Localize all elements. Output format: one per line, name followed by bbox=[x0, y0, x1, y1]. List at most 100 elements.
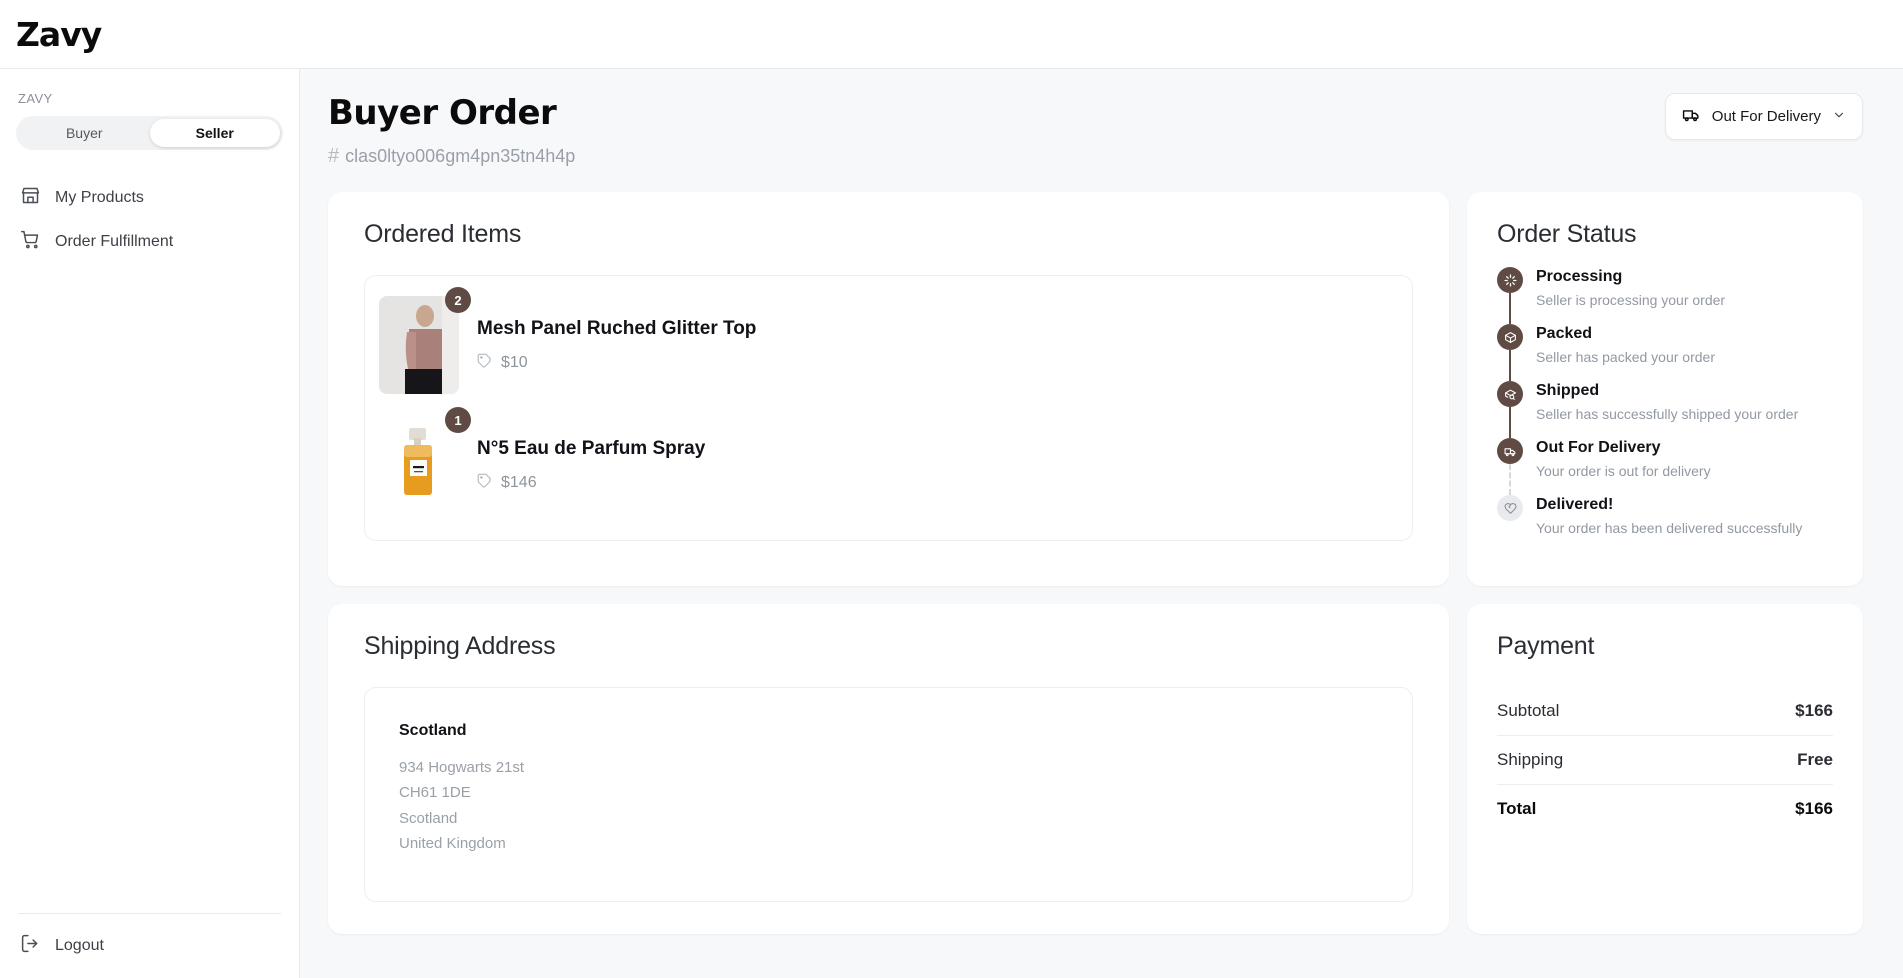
truck-icon bbox=[1497, 438, 1523, 464]
timeline-step-delivered: Delivered! Your order has been delivered… bbox=[1497, 495, 1833, 552]
timeline-step-body: Delivered! Your order has been delivered… bbox=[1536, 495, 1802, 552]
product-info: N°5 Eau de Parfum Spray $146 bbox=[477, 438, 705, 493]
address-name: Scotland bbox=[399, 722, 467, 739]
order-status-timeline: Processing Seller is processing your ord… bbox=[1497, 267, 1833, 552]
list-item[interactable]: 1 N°5 Eau de Parfum Spray $146 bbox=[379, 407, 1398, 528]
order-status-title: Order Status bbox=[1497, 220, 1637, 248]
product-price: $10 bbox=[501, 353, 528, 371]
page-title: Buyer Order bbox=[328, 93, 557, 133]
role-toggle[interactable]: Buyer Seller bbox=[16, 116, 283, 150]
address-line: United Kingdom bbox=[399, 834, 506, 852]
quantity-badge: 1 bbox=[445, 407, 471, 433]
address-line: Scotland bbox=[399, 809, 458, 827]
product-thumbnail-wrap: 1 bbox=[379, 407, 471, 514]
payment-row-value: $166 bbox=[1795, 701, 1833, 720]
heart-handshake-icon bbox=[1497, 495, 1523, 521]
timeline-rail bbox=[1497, 438, 1523, 495]
timeline-connector-dashed bbox=[1509, 464, 1511, 495]
product-name: Mesh Panel Ruched Glitter Top bbox=[477, 317, 757, 339]
timeline-rail bbox=[1497, 381, 1523, 438]
payment-row-value: Free bbox=[1797, 750, 1833, 769]
shipping-address-box: Scotland 934 Hogwarts 21st CH61 1DE Scot… bbox=[364, 687, 1413, 902]
address-line: 934 Hogwarts 21st bbox=[399, 759, 525, 776]
page-heading-block: Buyer Order # clas0ltyo006gm4pn35tn4h4p bbox=[328, 93, 575, 168]
timeline-step-desc: Your order is out for delivery bbox=[1536, 463, 1711, 479]
app-header: Zavy bbox=[0, 0, 1903, 69]
product-price-row: $10 bbox=[477, 353, 756, 373]
timeline-rail bbox=[1497, 267, 1523, 324]
timeline-step-packed: Packed Seller has packed your order bbox=[1497, 324, 1833, 381]
timeline-step-processing: Processing Seller is processing your ord… bbox=[1497, 267, 1833, 324]
timeline-step-title: Shipped bbox=[1536, 382, 1600, 399]
product-thumbnail-wrap: 2 bbox=[379, 287, 471, 394]
product-image-perfume bbox=[379, 416, 459, 514]
order-status-dropdown[interactable]: Out For Delivery bbox=[1664, 93, 1863, 140]
sidebar-item-my-products[interactable]: My Products bbox=[0, 176, 299, 220]
sidebar-item-label: My Products bbox=[55, 189, 144, 206]
loader-icon bbox=[1497, 267, 1523, 293]
sidebar-nav: My Products Order Fulfillment bbox=[0, 176, 299, 264]
sidebar-item-label: Order Fulfillment bbox=[55, 233, 174, 250]
logout-button[interactable]: Logout bbox=[0, 914, 299, 978]
timeline-rail bbox=[1497, 495, 1523, 552]
product-image-mesh-top bbox=[379, 296, 459, 394]
price-tag-icon bbox=[477, 473, 492, 493]
timeline-step-desc: Seller has successfully shipped your ord… bbox=[1536, 406, 1799, 422]
hash-icon: # bbox=[328, 145, 340, 167]
logout-label: Logout bbox=[55, 937, 104, 954]
sidebar-section-label: ZAVY bbox=[18, 91, 53, 106]
timeline-step-desc: Your order has been delivered successful… bbox=[1536, 520, 1803, 536]
truck-icon bbox=[1682, 105, 1701, 128]
shopping-cart-icon bbox=[20, 229, 41, 255]
product-price-row: $146 bbox=[477, 473, 705, 493]
timeline-step-body: Processing Seller is processing your ord… bbox=[1536, 267, 1725, 324]
payment-card: Payment Subtotal $166 Shipping Free Tota… bbox=[1467, 604, 1863, 934]
order-id: # clas0ltyo006gm4pn35tn4h4p bbox=[328, 145, 575, 168]
content-grid: Ordered Items 2 Mesh Panel Ruched Glitte… bbox=[328, 192, 1863, 934]
ordered-items-card: Ordered Items 2 Mesh Panel Ruched Glitte… bbox=[328, 192, 1449, 586]
ordered-items-list: 2 Mesh Panel Ruched Glitter Top $10 1 N°… bbox=[364, 275, 1413, 541]
list-item[interactable]: 2 Mesh Panel Ruched Glitter Top $10 bbox=[379, 287, 1398, 408]
timeline-connector bbox=[1509, 350, 1511, 381]
page-header: Buyer Order # clas0ltyo006gm4pn35tn4h4p … bbox=[328, 93, 1863, 168]
timeline-step-body: Shipped Seller has successfully shipped … bbox=[1536, 381, 1798, 438]
timeline-step-out-for-delivery: Out For Delivery Your order is out for d… bbox=[1497, 438, 1833, 495]
toggle-option-seller[interactable]: Seller bbox=[149, 119, 280, 147]
payment-row-value: $166 bbox=[1795, 799, 1833, 818]
payment-row-label: Shipping bbox=[1497, 750, 1564, 769]
order-id-value: clas0ltyo006gm4pn35tn4h4p bbox=[345, 146, 576, 166]
shipping-address-title: Shipping Address bbox=[364, 632, 556, 660]
timeline-connector bbox=[1509, 293, 1511, 324]
address-line: CH61 1DE bbox=[399, 784, 471, 802]
timeline-step-shipped: Shipped Seller has successfully shipped … bbox=[1497, 381, 1833, 438]
package-icon bbox=[1497, 324, 1523, 350]
address-lines: 934 Hogwarts 21st CH61 1DE Scotland Unit… bbox=[399, 756, 1378, 855]
package-search-icon bbox=[1497, 381, 1523, 407]
payment-rows: Subtotal $166 Shipping Free Total $166 bbox=[1497, 687, 1833, 833]
timeline-step-desc: Seller is processing your order bbox=[1536, 292, 1726, 308]
price-tag-icon bbox=[477, 353, 492, 373]
order-status-dropdown-label: Out For Delivery bbox=[1711, 108, 1821, 125]
timeline-step-desc: Seller has packed your order bbox=[1536, 349, 1715, 365]
timeline-step-body: Packed Seller has packed your order bbox=[1536, 324, 1715, 381]
sidebar-item-order-fulfillment[interactable]: Order Fulfillment bbox=[0, 220, 299, 264]
sidebar: ZAVY Buyer Seller My Products Order Fulf… bbox=[0, 69, 300, 978]
toggle-option-buyer[interactable]: Buyer bbox=[19, 119, 150, 147]
payment-row-shipping: Shipping Free bbox=[1497, 736, 1833, 785]
timeline-step-body: Out For Delivery Your order is out for d… bbox=[1536, 438, 1711, 495]
shipping-address-card: Shipping Address Scotland 934 Hogwarts 2… bbox=[328, 604, 1449, 934]
payment-row-subtotal: Subtotal $166 bbox=[1497, 687, 1833, 736]
main-content: Buyer Order # clas0ltyo006gm4pn35tn4h4p … bbox=[300, 69, 1903, 978]
product-name: N°5 Eau de Parfum Spray bbox=[477, 437, 706, 459]
payment-row-label: Subtotal bbox=[1497, 701, 1560, 720]
ordered-items-title: Ordered Items bbox=[364, 220, 522, 248]
payment-title: Payment bbox=[1497, 632, 1595, 660]
chevron-down-icon bbox=[1832, 108, 1846, 126]
payment-row-total: Total $166 bbox=[1497, 785, 1833, 833]
timeline-step-title: Delivered! bbox=[1536, 496, 1614, 513]
store-icon bbox=[20, 185, 41, 211]
brand-logo[interactable]: Zavy bbox=[16, 15, 102, 54]
timeline-step-title: Packed bbox=[1536, 325, 1593, 342]
quantity-badge: 2 bbox=[445, 287, 471, 313]
